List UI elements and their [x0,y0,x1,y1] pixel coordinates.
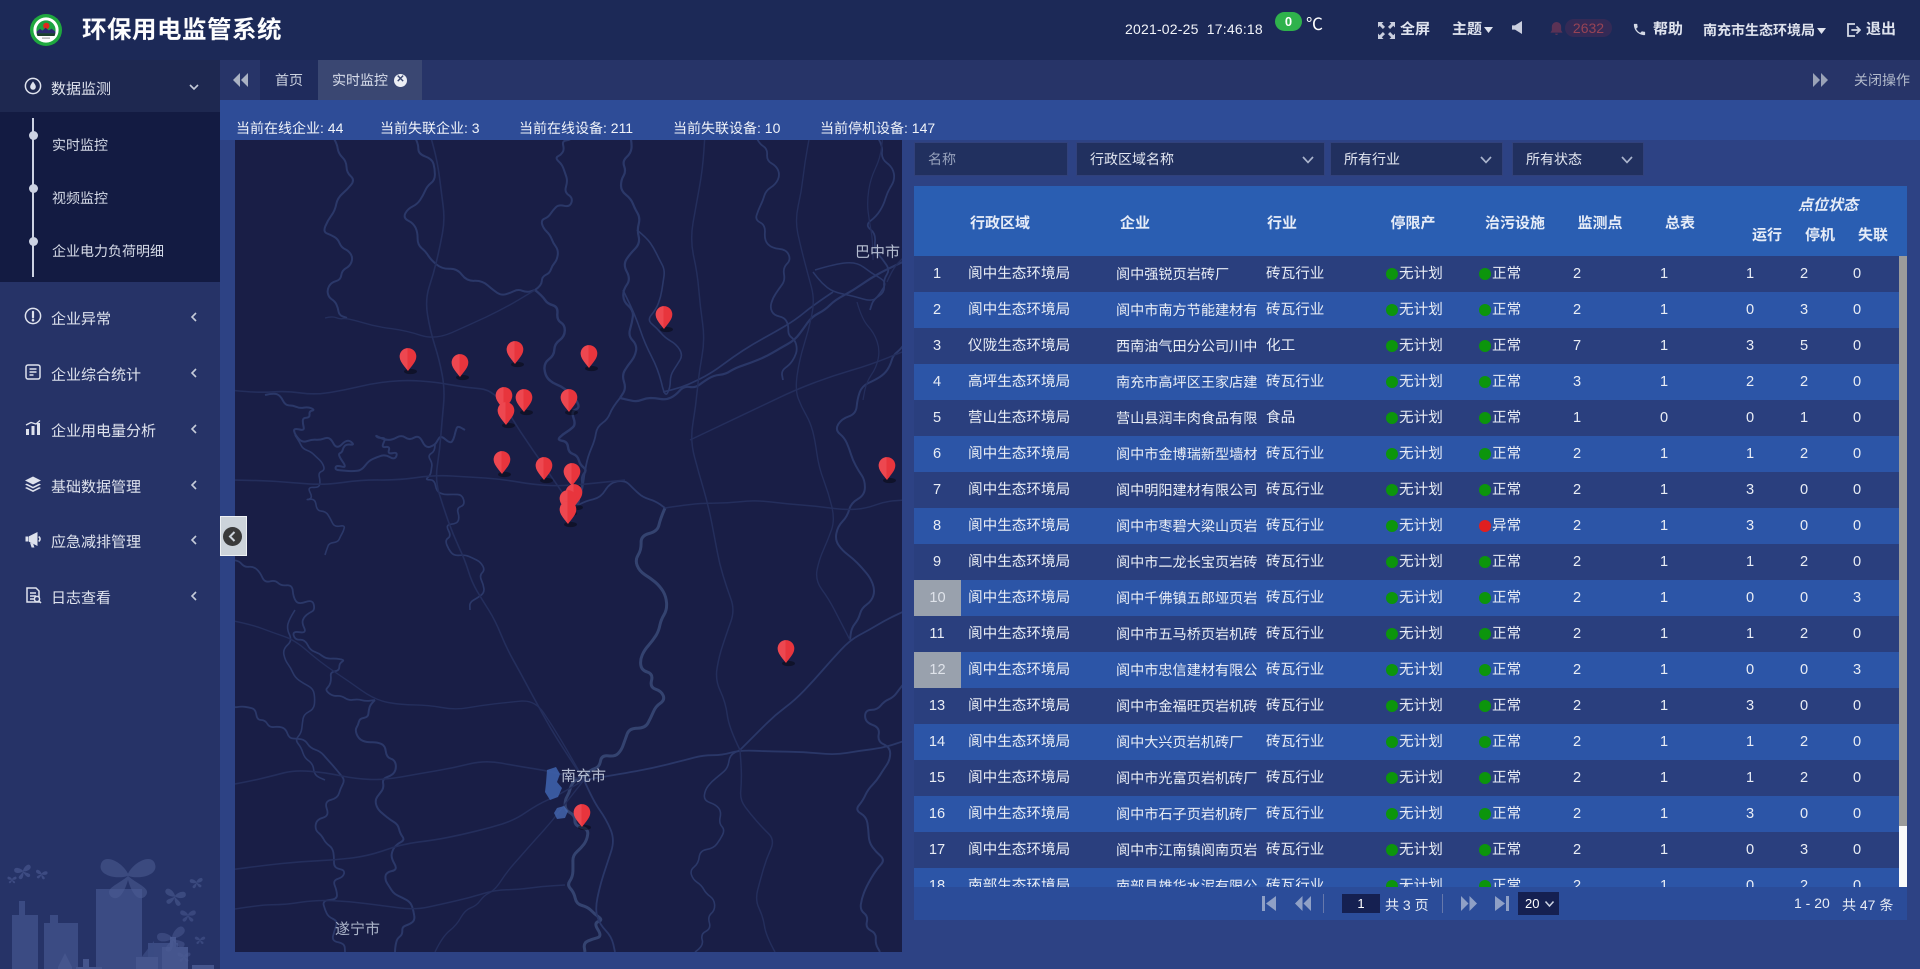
svg-text:南充市: 南充市 [561,768,606,785]
svg-text:巴中市: 巴中市 [855,244,900,261]
svg-text:遂宁市: 遂宁市 [335,921,380,938]
